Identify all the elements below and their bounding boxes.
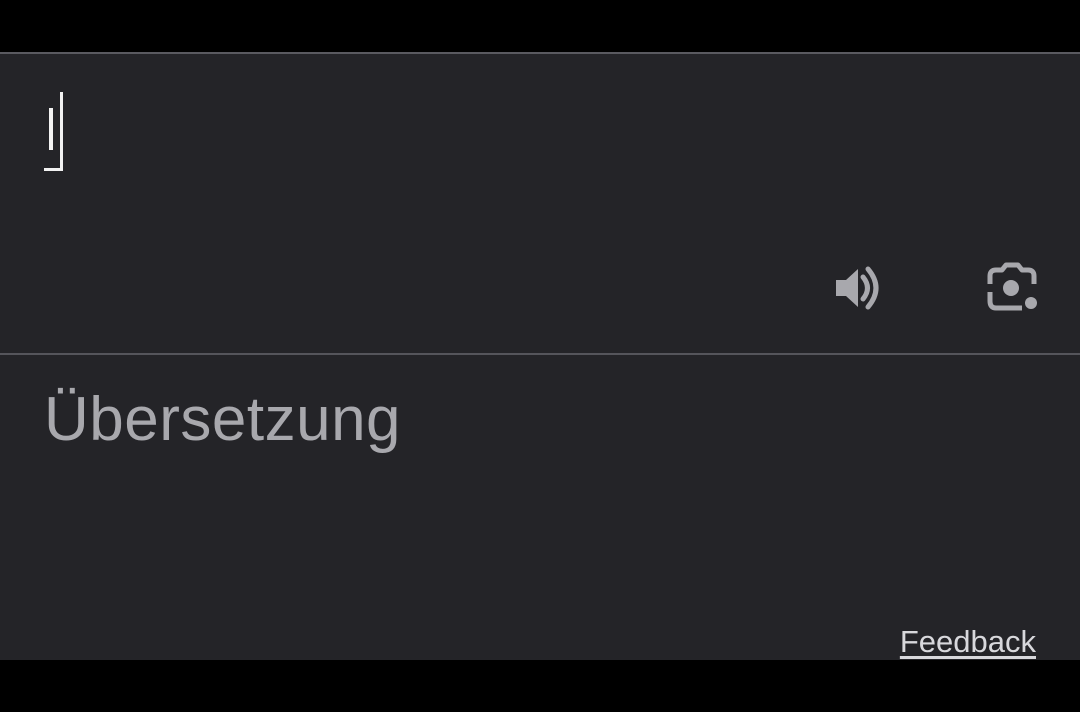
camera-lens-icon [987,262,1037,311]
section-divider [0,353,1080,355]
translate-panel: Übersetzung Feedback [0,52,1080,660]
feedback-link[interactable]: Feedback [900,624,1036,660]
speak-button[interactable] [820,252,892,324]
text-cursor [44,92,66,172]
source-text-input[interactable] [0,54,1080,354]
top-black-bar [0,0,1080,52]
camera-lens-button[interactable] [976,252,1048,324]
speaker-icon [836,266,879,310]
bottom-black-bar [0,660,1080,712]
translation-placeholder: Übersetzung [44,385,402,454]
